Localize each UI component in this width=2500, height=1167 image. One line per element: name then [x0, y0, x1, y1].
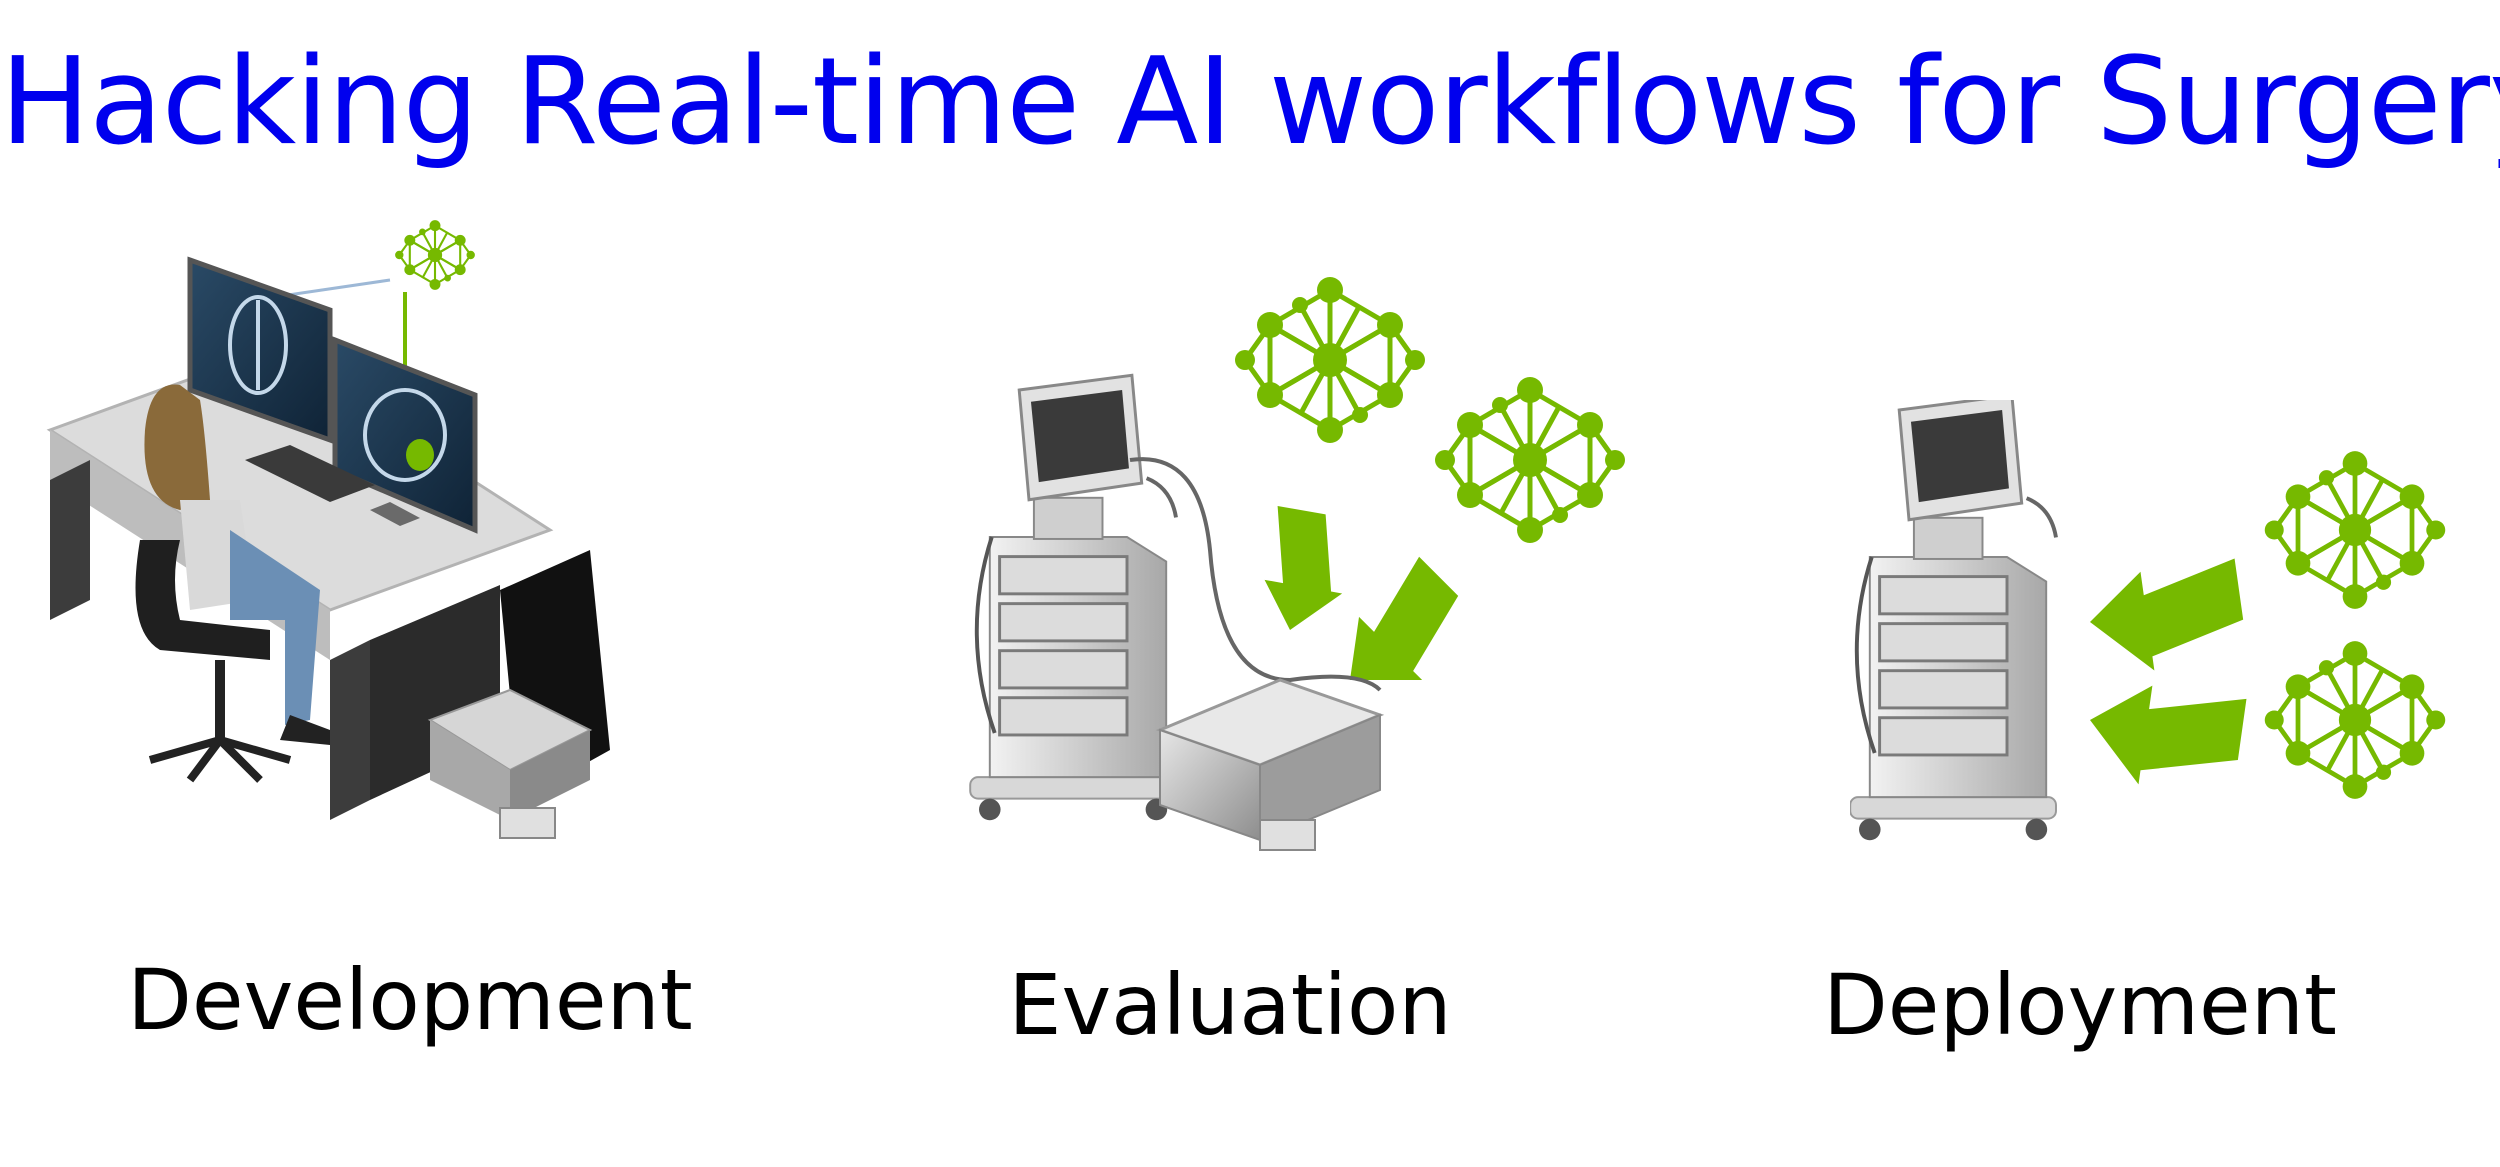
neural-network-icon [394, 219, 476, 291]
stage-label-evaluation: Evaluation [1008, 956, 1452, 1054]
stage-label-deployment: Deployment [1823, 956, 2337, 1054]
neural-network-icon [2265, 451, 2446, 609]
arrow-icon [1256, 505, 1356, 638]
arrow-icon [2082, 677, 2247, 798]
compute-box-icon [1155, 678, 1385, 851]
arrow-icon [2084, 558, 2249, 679]
deployment-illustration [1850, 400, 2470, 870]
stage-label-development: Development [127, 951, 693, 1049]
neural-network-icon [2265, 641, 2446, 799]
medical-cart-icon [968, 373, 1178, 823]
evaluation-illustration [960, 260, 1640, 860]
development-illustration [30, 200, 650, 850]
medical-cart-icon [1850, 400, 2058, 843]
page-title: Hacking Real-time AI workflows for Surge… [0, 33, 2500, 172]
neural-network-icon [1235, 277, 1425, 443]
arrow-icon [1322, 556, 1483, 717]
neural-network-icon [1435, 377, 1625, 543]
